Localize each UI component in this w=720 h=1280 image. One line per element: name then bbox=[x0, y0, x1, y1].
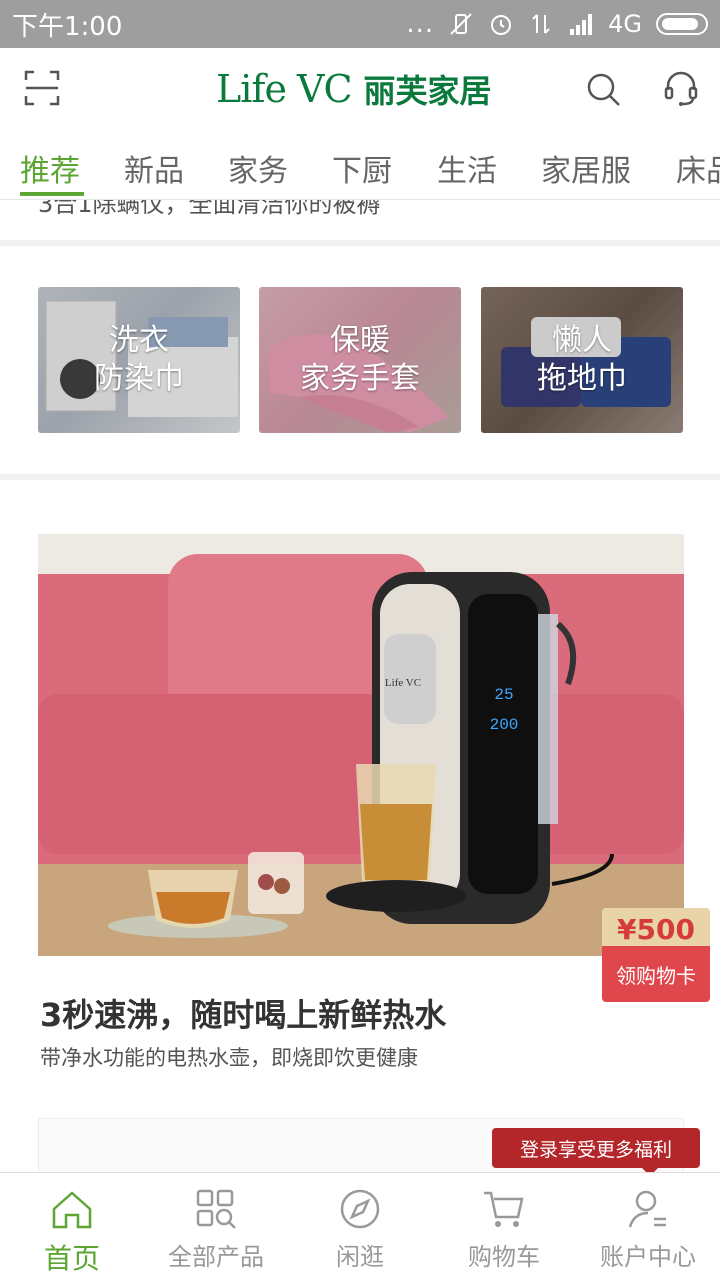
nav-browse-label: 闲逛 bbox=[336, 1243, 384, 1271]
user-icon bbox=[628, 1190, 666, 1228]
device-brand: Life VC bbox=[385, 677, 421, 689]
nav-cart-label: 购物车 bbox=[468, 1243, 540, 1271]
home-icon bbox=[52, 1191, 92, 1229]
tab-bedding[interactable]: 床品 bbox=[676, 146, 720, 190]
notification-dots-icon: ... bbox=[406, 9, 435, 39]
bottom-navigation: 首页 全部产品 闲逛 购物车 账户中心 bbox=[0, 1172, 720, 1280]
category-tabs: 推荐 新品 家务 下厨 生活 家居服 床品 bbox=[0, 134, 720, 200]
nav-account-label: 账户中心 bbox=[600, 1243, 696, 1271]
tab-new[interactable]: 新品 bbox=[124, 146, 184, 190]
coupon-label: 领购物卡 bbox=[602, 946, 710, 1002]
coupon-amount: ¥500 bbox=[602, 908, 710, 950]
compass-icon bbox=[340, 1189, 380, 1229]
login-tooltip[interactable]: 登录享受更多福利 bbox=[492, 1128, 700, 1176]
signal-icon bbox=[570, 14, 593, 35]
product-title[interactable]: 3秒速沸，随时喝上新鲜热水 bbox=[40, 990, 446, 1036]
status-time: 下午1:00 bbox=[12, 11, 123, 42]
logo-english: Life VC bbox=[216, 67, 353, 111]
cart-icon bbox=[484, 1191, 524, 1227]
nav-cart[interactable]: 购物车 bbox=[432, 1173, 576, 1280]
search-icon[interactable] bbox=[586, 72, 622, 108]
alarm-icon bbox=[491, 15, 512, 35]
category-label: 保暖 家务手套 bbox=[300, 323, 420, 396]
scan-icon[interactable] bbox=[24, 70, 60, 106]
section-divider bbox=[0, 474, 720, 480]
main-content: 3合1除螨仪，全面清洁你的被褥 洗衣 防染巾 保暖 家务手套 懒人 拖地巾 25… bbox=[0, 200, 720, 1172]
tab-homewear[interactable]: 家居服 bbox=[541, 146, 631, 190]
nav-home[interactable]: 首页 bbox=[0, 1173, 144, 1280]
tab-cooking[interactable]: 下厨 bbox=[332, 146, 392, 190]
grid-search-icon bbox=[196, 1189, 236, 1229]
display-temperature: 25 bbox=[494, 686, 513, 704]
section-divider bbox=[0, 240, 720, 246]
nav-all-products-label: 全部产品 bbox=[168, 1243, 264, 1271]
nav-all-products[interactable]: 全部产品 bbox=[144, 1173, 288, 1280]
coupon-badge[interactable]: ¥500 领购物卡 bbox=[602, 908, 710, 1002]
brand-logo: Life VC 丽芙家居 bbox=[216, 66, 492, 114]
app-header: Life VC 丽芙家居 bbox=[0, 48, 720, 134]
category-label: 懒人 拖地巾 bbox=[537, 323, 627, 396]
nav-browse[interactable]: 闲逛 bbox=[288, 1173, 432, 1280]
display-volume: 200 bbox=[490, 716, 519, 734]
tab-housework[interactable]: 家务 bbox=[228, 146, 288, 190]
network-type: 4G bbox=[608, 10, 642, 38]
vibrate-icon bbox=[450, 13, 472, 35]
logo-chinese: 丽芙家居 bbox=[363, 72, 492, 110]
status-bar: 下午1:00 ... 4G bbox=[0, 0, 720, 48]
previous-item-text: 3合1除螨仪，全面清洁你的被褥 bbox=[38, 200, 381, 218]
active-tab-indicator bbox=[20, 192, 84, 196]
category-card-mop[interactable]: 懒人 拖地巾 bbox=[481, 287, 683, 433]
category-card-laundry[interactable]: 洗衣 防染巾 bbox=[38, 287, 240, 433]
customer-service-icon[interactable] bbox=[662, 70, 700, 108]
category-label: 洗衣 防染巾 bbox=[94, 323, 184, 396]
nav-account[interactable]: 账户中心 bbox=[576, 1173, 720, 1280]
nav-home-label: 首页 bbox=[43, 1242, 100, 1275]
product-banner[interactable]: 25 200 Life VC bbox=[38, 534, 684, 956]
kettle-product-image: 25 200 Life VC bbox=[38, 534, 684, 956]
data-transfer-icon bbox=[532, 14, 550, 34]
product-subtitle: 带净水功能的电热水壶，即烧即饮更健康 bbox=[40, 1046, 418, 1070]
tab-recommend[interactable]: 推荐 bbox=[20, 146, 80, 190]
status-icons: ... 4G bbox=[406, 9, 708, 39]
tab-life[interactable]: 生活 bbox=[437, 146, 497, 190]
battery-icon bbox=[656, 13, 708, 35]
category-card-gloves[interactable]: 保暖 家务手套 bbox=[259, 287, 461, 433]
